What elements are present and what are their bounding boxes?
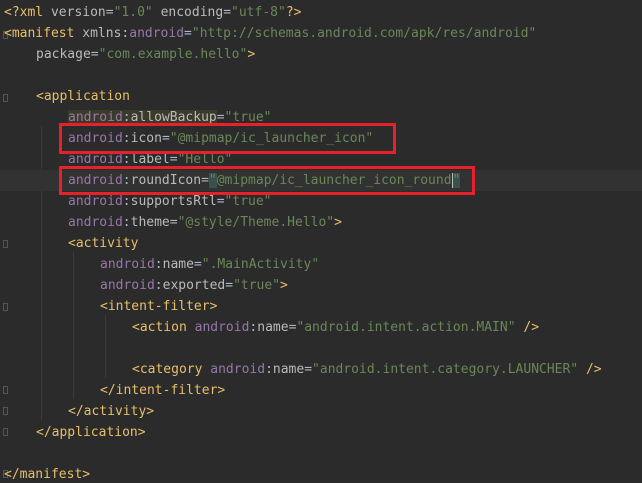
token: =	[90, 47, 99, 62]
token: name	[162, 257, 194, 272]
token: ?>	[285, 5, 302, 20]
code-line-19[interactable]: </intent-filter>	[100, 380, 225, 401]
code-line-23[interactable]: </manifest>	[4, 464, 90, 483]
token: version	[50, 5, 106, 20]
fold-marker-icon[interactable]	[3, 94, 8, 102]
token: supportsRtl	[130, 194, 217, 209]
token: name	[272, 362, 305, 377]
code-line-16[interactable]: <action android:name="android.intent.act…	[132, 317, 539, 338]
token: </manifest>	[4, 467, 91, 482]
code-line-1[interactable]: <?xml version="1.0" encoding="utf-8"?>	[4, 2, 301, 23]
token: "Hello"	[177, 152, 233, 167]
token: exported	[162, 278, 226, 293]
token: android	[194, 320, 250, 335]
token: <application	[36, 89, 130, 104]
token: "com.example.hello"	[98, 47, 248, 62]
token: <?	[4, 5, 20, 20]
token: <action	[132, 320, 187, 335]
token: =	[223, 5, 232, 20]
token: >	[209, 299, 218, 314]
token: =	[225, 278, 234, 293]
token: :	[154, 278, 163, 293]
token: "1.0"	[113, 5, 153, 20]
token: android	[68, 152, 123, 167]
token: =	[105, 5, 114, 20]
token: =	[169, 215, 178, 230]
code-editor[interactable]: <?xml version="1.0" encoding="utf-8"?> <…	[0, 0, 642, 483]
indent-guide	[105, 315, 106, 378]
token: ".MainActivity"	[201, 257, 320, 272]
fold-marker-icon[interactable]	[3, 407, 8, 415]
code-line-2[interactable]: <manifest xmlns:android="http://schemas.…	[4, 23, 536, 44]
roundIcon-attribute-highlight-box	[59, 166, 475, 195]
icon-attribute-highlight-box	[59, 123, 396, 154]
token: >	[217, 383, 226, 398]
token: "@style/Theme.Hello"	[177, 215, 335, 230]
token: "true"	[224, 194, 272, 209]
token: =	[169, 152, 178, 167]
token: android	[100, 278, 155, 293]
token: android	[68, 215, 123, 230]
code-line-3[interactable]: package="com.example.hello">	[36, 44, 255, 65]
token: android	[68, 194, 123, 209]
code-line-18[interactable]: <category android:name="android.intent.c…	[132, 359, 602, 380]
token: :	[154, 257, 163, 272]
token: xml	[19, 5, 44, 20]
token: <category	[132, 362, 203, 377]
code-line-20[interactable]: </activity>	[68, 401, 154, 422]
token: :	[122, 215, 131, 230]
token: />	[578, 362, 602, 377]
code-line-5[interactable]: <application	[36, 86, 130, 107]
token: <manifest	[4, 26, 75, 41]
token: "http://schemas.android.com/apk/res/andr…	[191, 26, 537, 41]
token: >	[280, 278, 288, 293]
token: "android.intent.category.LAUNCHER"	[312, 362, 579, 377]
fold-marker-icon[interactable]	[3, 428, 8, 436]
code-line-14[interactable]: android:exported="true">	[100, 275, 288, 296]
token: android	[100, 257, 155, 272]
fold-marker-icon[interactable]	[3, 386, 8, 394]
token: >	[334, 215, 342, 230]
token: </activity>	[68, 404, 155, 419]
token: "android.intent.action.MAIN"	[296, 320, 516, 335]
token: package	[36, 47, 91, 62]
token: <intent-filter	[100, 299, 210, 314]
token: name	[257, 320, 289, 335]
token: label	[130, 152, 170, 167]
token: =	[304, 362, 313, 377]
token: encoding	[160, 5, 224, 20]
token: "utf-8"	[231, 5, 286, 20]
token: xmlns	[82, 26, 122, 41]
token: android	[210, 362, 266, 377]
token: <activity	[68, 236, 139, 251]
token: </intent-filter	[100, 383, 218, 398]
token: :	[265, 362, 273, 377]
token: =	[216, 194, 225, 209]
token: =	[193, 257, 202, 272]
token: :	[122, 194, 131, 209]
code-line-15[interactable]: <intent-filter>	[100, 296, 217, 317]
token: "true"	[233, 278, 281, 293]
code-line-13[interactable]: android:name=".MainActivity"	[100, 254, 319, 275]
fold-marker-icon[interactable]	[3, 303, 8, 311]
code-line-12[interactable]: <activity	[68, 233, 138, 254]
token: >	[247, 47, 256, 62]
token: />	[515, 320, 540, 335]
token: :	[122, 152, 131, 167]
fold-marker-icon[interactable]	[3, 240, 8, 248]
code-line-11[interactable]: android:theme="@style/Theme.Hello">	[68, 212, 342, 233]
token: android	[129, 26, 185, 41]
token: </application>	[36, 425, 146, 440]
code-line-21[interactable]: </application>	[36, 422, 146, 443]
token: theme	[130, 215, 170, 230]
indent-guide	[73, 252, 74, 399]
token: =	[184, 26, 192, 41]
